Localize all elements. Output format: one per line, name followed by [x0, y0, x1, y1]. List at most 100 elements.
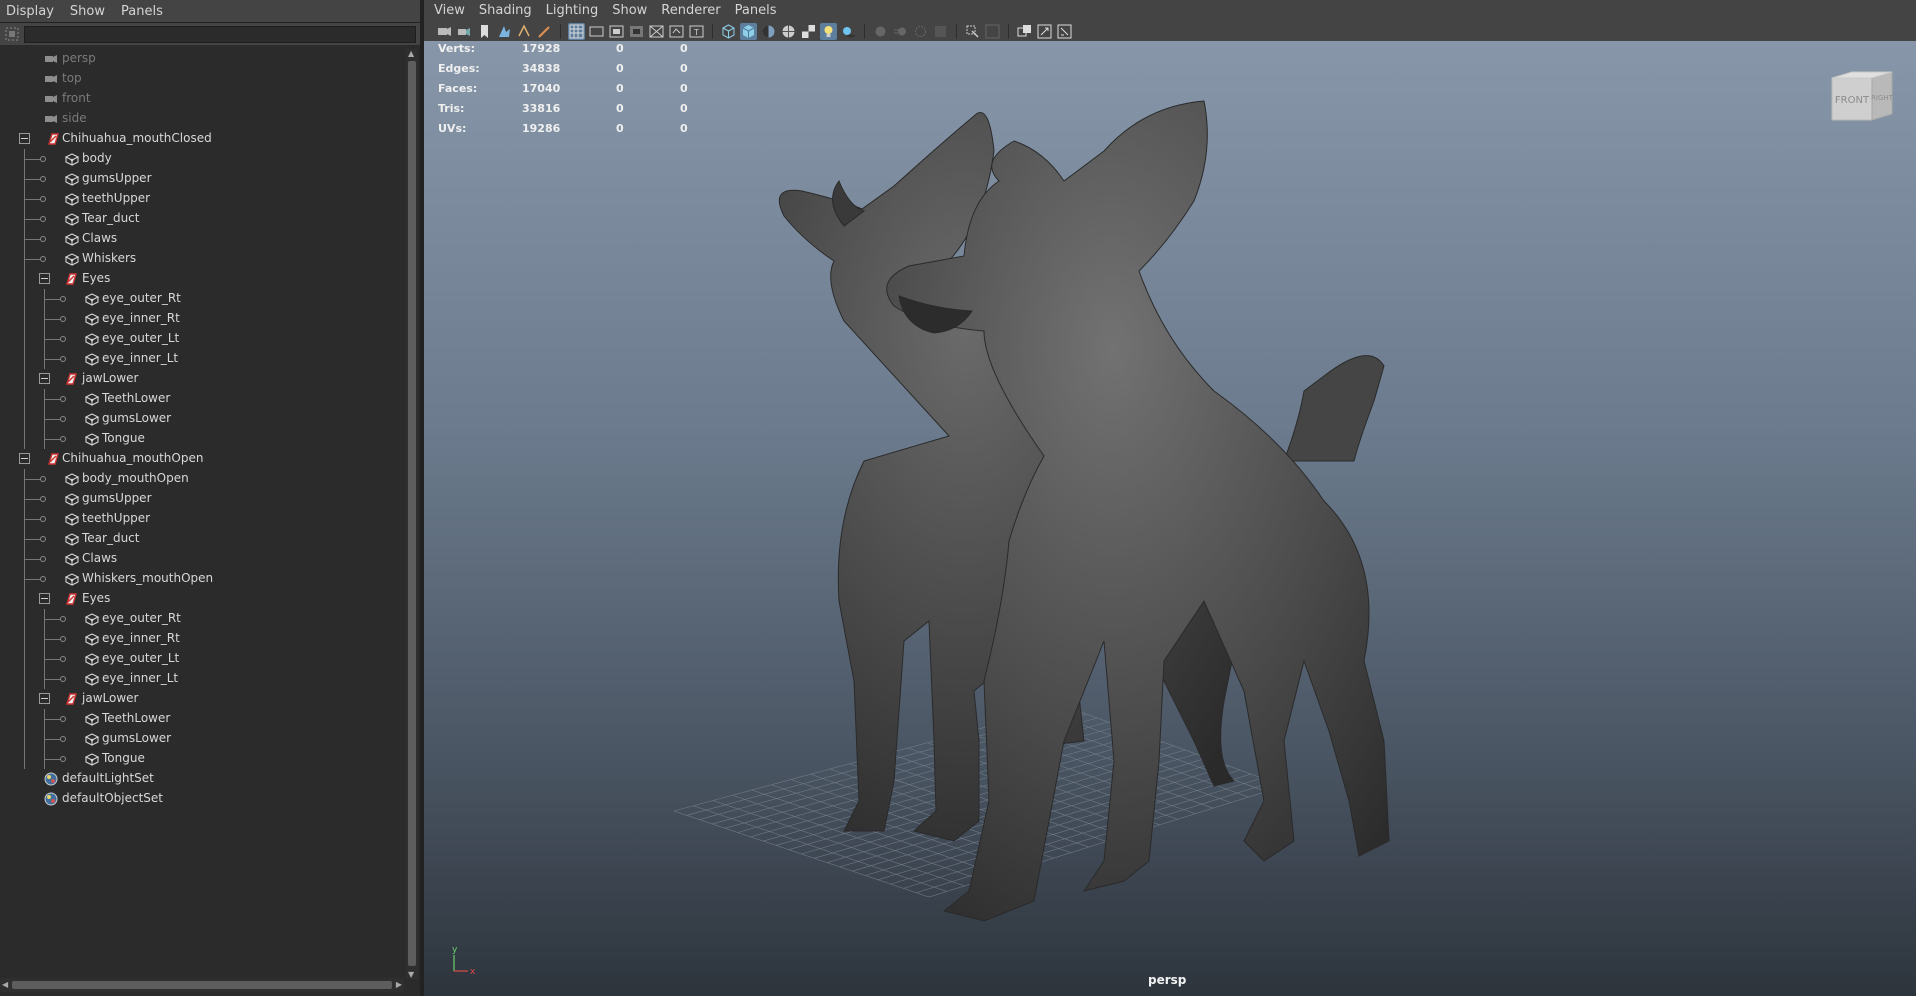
outliner-row-gumsupper[interactable]: gumsUpper — [0, 489, 404, 509]
wireframe-icon[interactable] — [720, 23, 737, 40]
outliner-row-body-mouthopen[interactable]: body_mouthOpen — [0, 469, 404, 489]
scroll-up-icon[interactable]: ▲ — [408, 49, 414, 58]
filter-icon[interactable] — [4, 26, 20, 42]
outliner-item-label: eye_outer_Rt — [102, 291, 181, 305]
outliner-row-claws[interactable]: Claws — [0, 549, 404, 569]
outliner-row-side[interactable]: side — [0, 109, 404, 129]
xray-active-components-icon[interactable] — [1016, 23, 1033, 40]
outliner-row-eye-inner-lt[interactable]: eye_inner_Lt — [0, 669, 404, 689]
menu-panels[interactable]: Panels — [113, 4, 171, 19]
use-default-material-icon[interactable] — [760, 23, 777, 40]
motion-blur-icon[interactable] — [892, 23, 909, 40]
xray-icon[interactable] — [984, 23, 1001, 40]
outliner-row-eye-inner-rt[interactable]: eye_inner_Rt — [0, 629, 404, 649]
two-d-pan-zoom-icon[interactable] — [516, 23, 533, 40]
outliner-row-eye-outer-rt[interactable]: eye_outer_Rt — [0, 289, 404, 309]
outliner-row-teethlower[interactable]: TeethLower — [0, 709, 404, 729]
outliner-row-gumsupper[interactable]: gumsUpper — [0, 169, 404, 189]
viewcube-right-label[interactable]: RIGHT — [1871, 94, 1894, 102]
isolate-select-icon[interactable] — [964, 23, 981, 40]
outliner-row-eye-inner-lt[interactable]: eye_inner_Lt — [0, 349, 404, 369]
menu-show[interactable]: Show — [62, 4, 113, 19]
outliner-row-front[interactable]: front — [0, 89, 404, 109]
outliner-row-whiskers-mouthopen[interactable]: Whiskers_mouthOpen — [0, 569, 404, 589]
outliner-horizontal-scrollbar[interactable]: ◀ ▶ — [0, 978, 404, 992]
bookmark-icon[interactable] — [476, 23, 493, 40]
outliner-row-whiskers[interactable]: Whiskers — [0, 249, 404, 269]
image-plane-icon[interactable] — [496, 23, 513, 40]
collapse-toggle-icon[interactable] — [39, 273, 50, 284]
smooth-shade-icon[interactable] — [740, 22, 757, 40]
scroll-down-icon[interactable]: ▼ — [408, 970, 414, 979]
menu-lighting[interactable]: Lighting — [539, 3, 606, 18]
safe-action-icon[interactable] — [668, 23, 685, 40]
use-all-lights-icon[interactable] — [820, 22, 837, 40]
scroll-left-icon[interactable]: ◀ — [2, 980, 8, 989]
hud-label: Edges: — [438, 62, 480, 75]
outliner-row-body[interactable]: body — [0, 149, 404, 169]
select-camera-icon[interactable] — [436, 23, 453, 40]
scroll-right-icon[interactable]: ▶ — [396, 980, 402, 989]
outliner-row-eyes[interactable]: Eyes — [0, 589, 404, 609]
outliner-row-chihuahua-mouthopen[interactable]: Chihuahua_mouthOpen — [0, 449, 404, 469]
menu-renderer[interactable]: Renderer — [654, 3, 727, 18]
viewcube-front-label[interactable]: FRONT — [1835, 95, 1870, 106]
depth-of-field-icon[interactable] — [932, 23, 949, 40]
outliner-row-defaultlightset[interactable]: defaultLightSet — [0, 769, 404, 789]
outliner-row-eye-outer-lt[interactable]: eye_outer_Lt — [0, 329, 404, 349]
outliner-row-gumslower[interactable]: gumsLower — [0, 409, 404, 429]
textured-icon[interactable] — [800, 23, 817, 40]
collapse-toggle-icon[interactable] — [19, 453, 30, 464]
outliner-row-tongue[interactable]: Tongue — [0, 749, 404, 769]
shadows-icon[interactable] — [840, 23, 857, 40]
collapse-toggle-icon[interactable] — [19, 133, 30, 144]
grid-icon[interactable] — [568, 22, 585, 40]
film-gate-icon[interactable] — [588, 23, 605, 40]
outliner-row-jawlower[interactable]: jawLower — [0, 689, 404, 709]
outliner-search-input[interactable] — [24, 25, 416, 43]
scene-render — [672, 100, 1390, 922]
view-cube[interactable]: FRONT RIGHT — [1830, 70, 1896, 122]
outliner-row-defaultobjectset[interactable]: defaultObjectSet — [0, 789, 404, 809]
grease-pencil-icon[interactable] — [536, 23, 553, 40]
menu-panels[interactable]: Panels — [728, 3, 784, 18]
outliner-row-tongue[interactable]: Tongue — [0, 429, 404, 449]
menu-show[interactable]: Show — [605, 3, 654, 18]
outliner-row-jawlower[interactable]: jawLower — [0, 369, 404, 389]
outliner-row-chihuahua-mouthclosed[interactable]: Chihuahua_mouthClosed — [0, 129, 404, 149]
safe-title-icon[interactable]: T — [688, 23, 705, 40]
outliner-item-label: gumsLower — [102, 731, 172, 745]
xray-joints-icon[interactable] — [1036, 23, 1053, 40]
outliner-row-tear-duct[interactable]: Tear_duct — [0, 529, 404, 549]
screen-space-ambient-occlusion-icon[interactable] — [872, 23, 889, 40]
outliner-row-gumslower[interactable]: gumsLower — [0, 729, 404, 749]
collapse-toggle-icon[interactable] — [39, 593, 50, 604]
wireframe-on-shaded-icon[interactable] — [780, 23, 797, 40]
backface-culling-icon[interactable] — [1056, 23, 1073, 40]
field-chart-icon[interactable] — [648, 23, 665, 40]
menu-view[interactable]: View — [424, 3, 472, 18]
outliner-row-eye-outer-lt[interactable]: eye_outer_Lt — [0, 649, 404, 669]
scrollbar-thumb[interactable] — [12, 981, 392, 989]
collapse-toggle-icon[interactable] — [39, 693, 50, 704]
scrollbar-thumb[interactable] — [408, 61, 416, 966]
outliner-row-teethupper[interactable]: teethUpper — [0, 509, 404, 529]
outliner-row-teethlower[interactable]: TeethLower — [0, 389, 404, 409]
outliner-vertical-scrollbar[interactable]: ▲ ▼ — [406, 49, 418, 979]
camera-attributes-icon[interactable] — [456, 23, 473, 40]
outliner-row-teethupper[interactable]: teethUpper — [0, 189, 404, 209]
outliner-row-persp[interactable]: persp — [0, 49, 404, 69]
outliner-row-tear-duct[interactable]: Tear_duct — [0, 209, 404, 229]
outliner-row-eye-inner-rt[interactable]: eye_inner_Rt — [0, 309, 404, 329]
3d-viewport[interactable]: Verts: 17928 0 0 Edges: 34838 0 0 Faces: 17040 0 0 T… — [424, 41, 1916, 996]
multisample-antialiasing-icon[interactable] — [912, 23, 929, 40]
collapse-toggle-icon[interactable] — [39, 373, 50, 384]
menu-shading[interactable]: Shading — [472, 3, 539, 18]
outliner-row-eye-outer-rt[interactable]: eye_outer_Rt — [0, 609, 404, 629]
outliner-row-top[interactable]: top — [0, 69, 404, 89]
outliner-row-eyes[interactable]: Eyes — [0, 269, 404, 289]
outliner-row-claws[interactable]: Claws — [0, 229, 404, 249]
gate-mask-icon[interactable] — [628, 23, 645, 40]
menu-display[interactable]: Display — [0, 4, 62, 19]
resolution-gate-icon[interactable] — [608, 23, 625, 40]
